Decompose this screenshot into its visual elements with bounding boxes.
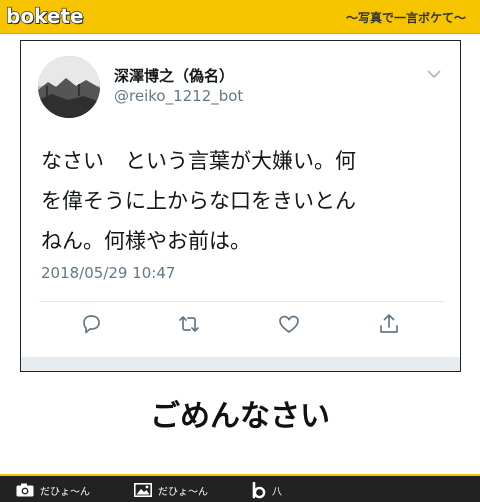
camera-icon [16,483,34,497]
bokete-photo: 深澤博之（偽名） @reiko_1212_bot なさい という言葉が大嫌い。何… [20,40,461,372]
site-footer: だひょ～ん だひょ～ん 八 [0,474,480,502]
site-header: bokete ～写真で一言ボケて～ [0,0,480,34]
avatar-landscape-image [38,56,100,118]
chevron-down-icon [427,70,441,79]
reply-icon [83,315,100,334]
footer-item-image[interactable]: だひょ～ん [134,480,208,500]
site-tagline: ～写真で一言ボケて～ [345,11,466,25]
avatar [38,56,100,118]
tweet-bottom-strip [21,357,460,371]
divider [39,301,444,302]
boke-caption: ごめんなさい [150,399,330,434]
like-icon [279,315,299,333]
tweet-handle: @reiko_1212_bot [114,87,244,105]
footer-item-bokete[interactable]: 八 [252,480,282,500]
logo-text: bokete [5,4,84,28]
footer-item-label: 八 [272,486,282,498]
retweet-icon [179,316,199,332]
tweet-text: なさい という言葉が大嫌い。何 を偉そうに上からな口をきいとん ねん。何様やお前… [41,149,356,253]
share-icon [380,314,398,333]
footer-item-camera[interactable]: だひょ～ん [16,480,90,500]
bokete-b-icon [252,481,266,498]
tweet-timestamp: 2018/05/29 10:47 [41,264,176,282]
footer-item-label: だひょ～ん [40,486,90,498]
tweet-actions [21,311,460,345]
image-icon [134,483,152,497]
bokete-logo[interactable]: bokete [5,4,84,28]
footer-item-label: だひょ～ん [158,486,208,498]
tweet-display-name: 深澤博之（偽名） [114,67,235,85]
